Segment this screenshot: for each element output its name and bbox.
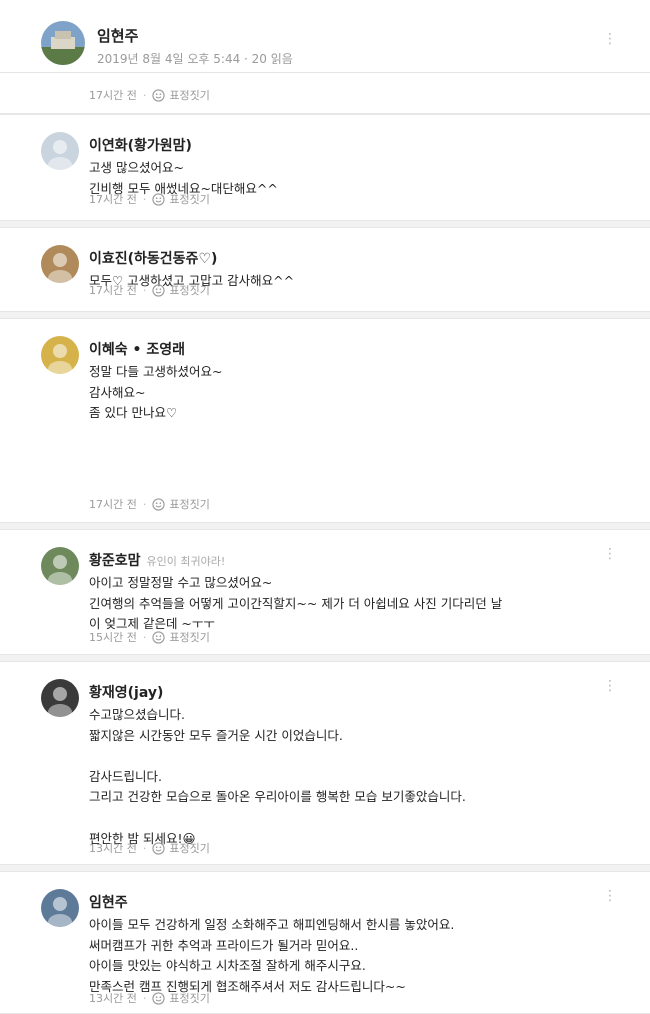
footer-separator: · [142,88,147,102]
commenter-name[interactable]: 이연화(황가원맘) [89,135,192,155]
more-vertical-icon[interactable]: ⋮ [603,676,617,696]
comment-line: 감사드립니다. [89,768,162,784]
comment-footer: 13시간 전 · 표정짓기 [89,840,210,856]
comment-line: 고생 많으셨어요~ [89,160,184,175]
commenter-avatar[interactable] [41,679,79,717]
comment-item: 황재영(jay) 수고많으셨습니다. 짧지않은 시간동안 모두 즐거운 시간 이었습… [0,661,650,865]
comment-timestamp: 15시간 전 [89,631,137,644]
footer-separator: · [142,991,147,1005]
comment-body: 아이고 정말정말 수고 많으셨어요~ 긴여행의 추억들을 어떻게 고이간직할지~~… [89,573,502,635]
comment-item: 17시간 전 · 표정짓기 [0,72,650,114]
comment-item: 이연화(황가원맘) 고생 많으셨어요~ 긴비행 모두 애썼네요~대단해요^^ 17시간… [0,114,650,221]
react-button[interactable]: 표정짓기 [169,282,209,298]
commenter-name-text[interactable]: 이혜숙 • 조영래 [89,342,185,358]
comment-timestamp: 13시간 전 [89,842,137,855]
commenter-name-text[interactable]: 이효진(하동건동쥬♡) [89,251,217,267]
react-button[interactable]: 표정짓기 [169,840,209,856]
comment-body: 수고많으셨습니다. 짧지않은 시간동안 모두 즐거운 시간 이었습니다. 감사드립니… [89,705,466,849]
footer-separator: · [142,497,147,511]
more-vertical-icon[interactable]: ⋮ [603,886,617,906]
smiley-icon[interactable] [152,991,165,1005]
commenter-badge: 유인이 최귀야라! [146,555,226,568]
comment-line: 아이들 모두 건강하게 일정 소화해주고 해피엔딩해서 한시름 놓았어요. [89,917,455,932]
smiley-icon[interactable] [152,497,165,511]
smiley-icon[interactable] [152,192,165,206]
comment-timestamp: 17시간 전 [89,89,137,102]
comment-line: 정말 다들 고생하셨어요~ [89,364,223,379]
comment-footer: 13시간 전 · 표정짓기 [89,990,210,1006]
react-button[interactable]: 표정짓기 [169,191,209,207]
comment-timestamp: 17시간 전 [89,193,137,206]
footer-separator: · [142,630,147,644]
comment-line: 그리고 건강한 모습으로 돌아온 우리아이를 행복한 모습 보기좋았습니다. [89,789,466,805]
comment-item: 황준호맘 유인이 최귀야라! 아이고 정말정말 수고 많으셨어요~ 긴여행의 추억들을… [0,529,650,655]
post-author-avatar[interactable] [41,21,85,65]
react-button[interactable]: 표정짓기 [169,496,209,512]
commenter-name[interactable]: 이효진(하동건동쥬♡) [89,248,217,268]
comment-footer: 17시간 전 · 표정짓기 [89,496,210,512]
comment-timestamp: 13시간 전 [89,992,137,1005]
comment-item: 이효진(하동건동쥬♡) 모두♡ 고생하셨고 고맙고 감사해요^^ 17시간 전 · 표정… [0,227,650,312]
commenter-name[interactable]: 황재영(jay) [89,682,163,702]
comment-footer: 17시간 전 · 표정짓기 [89,191,210,207]
commenter-name[interactable]: 이혜숙 • 조영래 [89,339,185,359]
commenter-name-text[interactable]: 황준호맘 [89,553,141,569]
comment-item: 임현주아이들 모두 건강하게 일정 소화해주고 해피엔딩해서 한시름 놓았어요.… [0,871,650,1014]
post-author-name[interactable]: 임현주 [97,25,138,46]
commenter-avatar[interactable] [41,889,79,927]
smiley-icon[interactable] [152,630,165,644]
comment-footer: 17시간 전 · 표정짓기 [89,87,210,103]
comment-item: 이혜숙 • 조영래정말 다들 고생하셨어요~ 감사해요~ 좀 있다 만나요♡ 17시간… [0,318,650,523]
footer-separator: · [142,841,147,855]
comment-line: 좀 있다 만나요♡ [89,405,178,421]
comment-footer: 17시간 전 · 표정짓기 [89,282,210,298]
commenter-avatar[interactable] [41,245,79,283]
comment-line: 감사해요~ [89,384,146,400]
comment-line: 수고많으셨습니다. [89,707,185,722]
smiley-icon[interactable] [152,88,165,102]
smiley-icon[interactable] [152,841,165,855]
comment-line: 써머캠프가 귀한 추억과 프라이드가 될거라 믿어요.. [89,937,359,953]
comment-body: 아이들 모두 건강하게 일정 소화해주고 해피엔딩해서 한시름 놓았어요. 써머캠… [89,915,454,997]
footer-separator: · [142,192,147,206]
react-button[interactable]: 표정짓기 [169,629,209,645]
comment-line [89,746,466,767]
react-button[interactable]: 표정짓기 [169,990,209,1006]
comment-footer: 15시간 전 · 표정짓기 [89,629,210,645]
comment-line [89,424,222,445]
comment-line [89,808,466,829]
commenter-name-text[interactable]: 이연화(황가원맘) [89,138,192,154]
comment-timestamp: 17시간 전 [89,498,137,511]
more-vertical-icon[interactable]: ⋮ [603,544,617,564]
react-button[interactable]: 표정짓기 [169,87,209,103]
comment-line: 긴여행의 추억들을 어떻게 고이간직할지~~ 제가 더 아쉽네요 사진 기다리던… [89,595,503,611]
comment-line: 짧지않은 시간동안 모두 즐거운 시간 이었습니다. [89,727,343,743]
commenter-avatar[interactable] [41,547,79,585]
smiley-icon[interactable] [152,283,165,297]
more-vertical-icon[interactable]: ⋮ [603,29,617,49]
commenter-name[interactable]: 황준호맘 유인이 최귀야라! [89,550,225,570]
commenter-name-text[interactable]: 황재영(jay) [89,685,163,701]
footer-separator: · [142,283,147,297]
commenter-name-text[interactable]: 임현주 [89,895,128,911]
commenter-name[interactable]: 임현주 [89,892,128,912]
commenter-avatar[interactable] [41,336,79,374]
post-meta: 2019년 8월 4일 오후 5:44 · 20 읽음 [97,52,293,66]
comment-line: 아이고 정말정말 수고 많으셨어요~ [89,575,273,590]
comment-timestamp: 17시간 전 [89,284,137,297]
comment-body: 정말 다들 고생하셨어요~ 감사해요~ 좀 있다 만나요♡ [89,362,222,486]
comment-line [89,444,222,465]
comment-line: 아이들 맛있는 야식하고 시차조절 잘하게 해주시구요. [89,958,366,974]
comment-line [89,465,222,486]
commenter-avatar[interactable] [41,132,79,170]
